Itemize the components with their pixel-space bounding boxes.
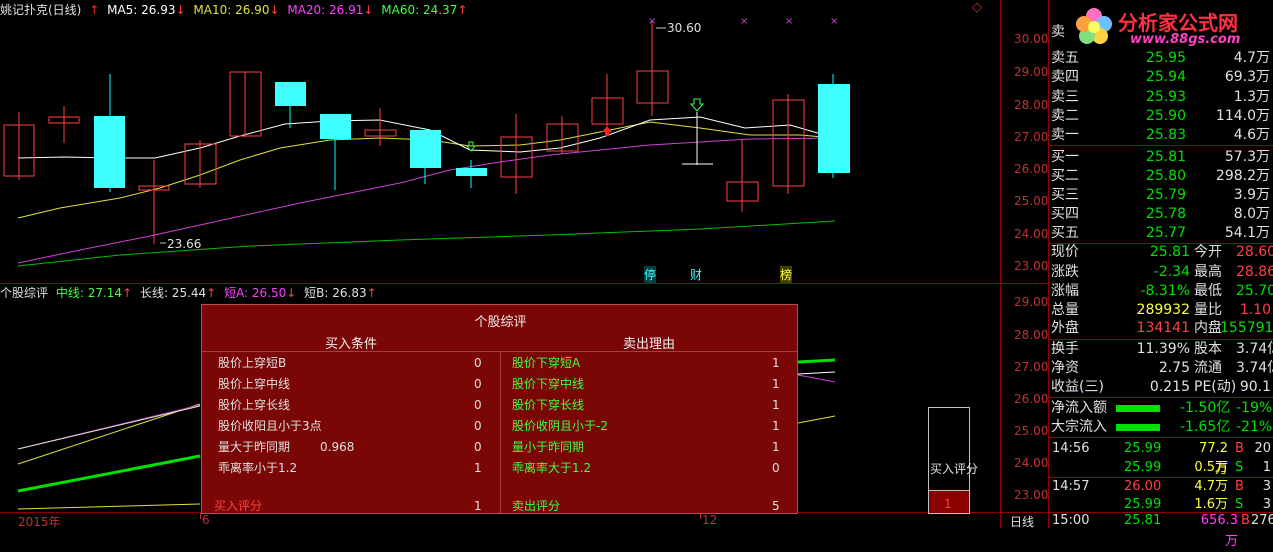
short-a-label: 短A: 26.50 <box>224 286 287 300</box>
ind-y-tick: 25.00 <box>1014 424 1049 438</box>
buy-row: 股价上穿中线 0 <box>218 377 482 391</box>
y-tick: 27.00 <box>1014 130 1049 144</box>
ma5-label: MA5: 26.93 <box>107 3 176 17</box>
up-arrow-icon: ↑ <box>89 3 100 17</box>
x-axis: 2015年 6 12 <box>0 513 1000 529</box>
y-tick: 28.00 <box>1014 98 1049 112</box>
y-tick: 30.00 <box>1014 32 1049 46</box>
candlestick-chart: × × × × <box>3 16 850 267</box>
svg-text:×: × <box>740 16 748 27</box>
sell-row: 乖离率大于1.2 0 <box>512 461 780 475</box>
candles <box>3 20 850 244</box>
mid-line-label: 中线: 27.14 <box>55 286 123 300</box>
diamond-icon[interactable]: ◇ <box>972 0 982 15</box>
short-b-label: 短B: 26.83 <box>304 286 367 300</box>
y-tick: 23.00 <box>1014 259 1049 273</box>
buy-row: 股价收阳且小于3点 0 <box>218 419 482 433</box>
ind-y-tick: 23.00 <box>1014 488 1049 502</box>
ma60-label: MA60: 24.37 <box>381 3 458 17</box>
y-tick: 26.00 <box>1014 162 1049 176</box>
rating-popup[interactable]: 个股综评 买入条件 卖出理由 股价上穿短B 0 股价上穿中线 0 股价上穿长线 … <box>201 304 798 514</box>
flow-bar <box>1116 424 1160 431</box>
indicator-title: 个股综评 <box>0 286 49 300</box>
event-tag-1[interactable]: 停 <box>644 266 657 283</box>
sell-row: 股价下穿中线 1 <box>512 377 780 391</box>
y-tick: 29.00 <box>1014 65 1049 79</box>
sell-header: 卖出理由 <box>622 337 675 352</box>
signal-markers: × × × × <box>160 16 838 244</box>
quote-row: 涨跌 -2.34 最高 28.86 <box>1051 264 1273 280</box>
flow-row: 大宗流入 -1.65亿 -21% <box>1051 419 1273 435</box>
buy-row: 量大于昨同期 0.968 0 <box>218 440 482 454</box>
buy-header: 买入条件 <box>324 337 377 352</box>
low-label: 23.66 <box>167 237 202 251</box>
orderbook-sell-row[interactable]: 卖一 25.83 4.6万 <box>1050 124 1272 146</box>
trade-tick-row: 14:56 25.99 77.2万 B 20 <box>1052 441 1271 477</box>
trade-tick-row: 25.99 0.5万 S 1 <box>1124 460 1271 475</box>
buy-score-box <box>928 407 970 514</box>
svg-text:×: × <box>785 16 793 27</box>
period-label[interactable]: 日线 <box>1010 513 1034 530</box>
quote-row: 现价 25.81 今开 28.60 <box>1051 244 1273 260</box>
short-b-line <box>17 405 201 450</box>
x-label: 6 <box>202 513 210 527</box>
ma60-line <box>17 220 836 267</box>
mid-line <box>17 403 201 465</box>
indicator-legend: 个股综评 中线: 27.14↑ 长线: 25.44↑ 短A: 26.50↓ 短B… <box>0 286 377 300</box>
quote-row: 换手11.39% 股本3.74亿 <box>1051 341 1273 357</box>
popup-title: 个股综评 <box>474 315 527 330</box>
long-line <box>17 454 201 493</box>
buy-row: 乖离率小于1.2 1 <box>218 461 482 475</box>
ind-y-tick: 27.00 <box>1014 360 1049 374</box>
ma10-label: MA10: 26.90 <box>193 3 270 17</box>
ind-y-tick: 24.00 <box>1014 456 1049 470</box>
sell-row: 股价下穿长线 1 <box>512 398 780 412</box>
main-chart[interactable]: × × × × 姚记扑克(日线) ↑ MA5: 26.93↓ MA10: 26.… <box>0 0 1000 283</box>
orderbook-sell-row[interactable]: 卖四 25.94 69.3万 <box>1050 66 1272 88</box>
high-label: 30.60 <box>667 21 702 35</box>
ind-y-tick: 29.00 <box>1014 295 1049 309</box>
y-tick: 24.00 <box>1014 227 1049 241</box>
x-label: 12 <box>702 513 718 527</box>
quote-row: 外盘 134141 内盘 155791 <box>1051 320 1273 336</box>
buy-row: 股价上穿长线 0 <box>218 398 482 412</box>
flow-row: 净流入额 -1.50亿 -19% <box>1051 400 1273 416</box>
ind-y-tick: 28.00 <box>1014 328 1049 342</box>
flow-bar <box>1116 405 1160 412</box>
buy-score-value: 1 <box>944 497 952 511</box>
orderbook-sell-partial[interactable]: 卖 <box>1050 24 1272 40</box>
ma20-label: MA20: 26.91 <box>287 3 364 17</box>
event-tag-2[interactable]: 财 <box>690 266 702 283</box>
stock-title: 姚记扑克(日线) <box>0 3 82 17</box>
sell-row: 股价收阴且小于-2 1 <box>512 419 780 433</box>
svg-text:×: × <box>830 16 838 27</box>
sell-row: 股价下穿短A 1 <box>512 356 780 370</box>
x-label: 2015年 <box>18 515 61 529</box>
quote-row: 收益(三) 0.215 PE(动) 90.1 <box>1051 379 1271 395</box>
orderbook-sell-row[interactable]: 卖五 25.95 4.7万 <box>1050 49 1272 67</box>
event-tag-3[interactable]: 榜 <box>780 266 793 283</box>
orderbook-buy-row[interactable]: 买五 25.77 54.1万 <box>1050 222 1272 244</box>
ind-y-tick: 26.00 <box>1014 392 1049 406</box>
sell-row: 量小于昨同期 1 <box>512 440 780 454</box>
quote-row: 净资2.75 流通3.74亿 <box>1051 360 1273 376</box>
quote-row: 涨幅 -8.31% 最低 25.70 <box>1051 283 1273 299</box>
main-legend: 姚记扑克(日线) ↑ MA5: 26.93↓ MA10: 26.90↓ MA20… <box>0 3 468 17</box>
long-line-label: 长线: 25.44 <box>139 286 207 300</box>
buy-score-label: 买入评分 <box>930 462 979 476</box>
buy-row: 股价上穿短B 0 <box>218 356 482 370</box>
svg-text:×: × <box>648 16 656 27</box>
y-tick: 25.00 <box>1014 194 1049 208</box>
